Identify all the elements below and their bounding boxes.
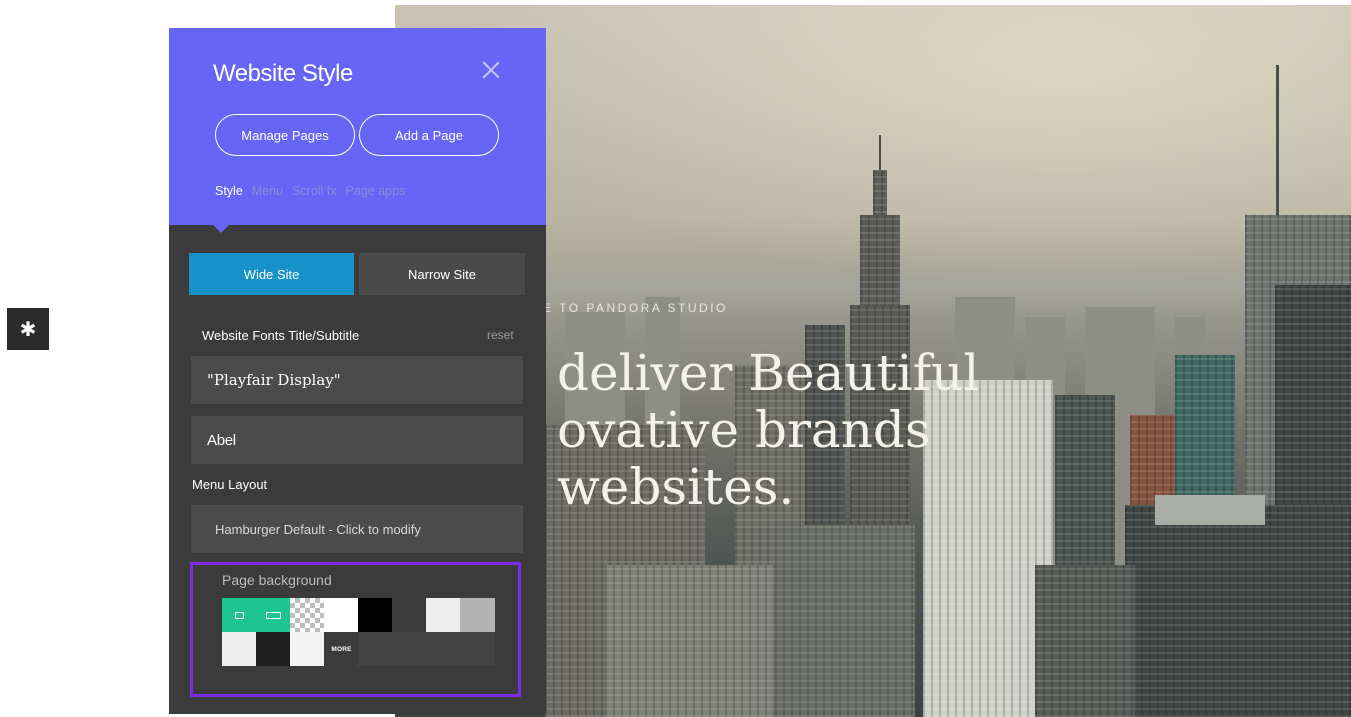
add-page-button[interactable]: Add a Page	[359, 114, 499, 156]
close-icon[interactable]	[479, 58, 503, 82]
hero-headline: deliver Beautiful ovative brands website…	[557, 345, 979, 516]
tab-page-apps[interactable]: Page apps	[346, 184, 406, 198]
color-swatch-off-white[interactable]	[222, 632, 257, 666]
building	[605, 565, 775, 717]
color-swatch-white[interactable]	[324, 598, 359, 632]
narrow-site-button[interactable]: Narrow Site	[359, 253, 525, 295]
reset-link[interactable]: reset	[487, 328, 514, 342]
hero-headline-line: websites.	[557, 458, 795, 516]
page-background-label: Page background	[222, 572, 332, 588]
more-label: MORE	[331, 645, 352, 653]
transparent-swatch[interactable]	[290, 598, 325, 632]
building	[1035, 565, 1135, 717]
foreground-tower	[1125, 505, 1351, 717]
color-swatch-light-gray[interactable]	[426, 598, 461, 632]
hero-headline-line: ovative brands	[557, 401, 931, 459]
image-background-swatch[interactable]	[222, 598, 257, 632]
menu-layout-label: Menu Layout	[192, 477, 268, 492]
rooftop	[1155, 495, 1265, 525]
page-background-section: Page background MORE	[190, 562, 521, 697]
wide-site-button[interactable]: Wide Site	[189, 253, 354, 295]
panel-header: Website Style Manage Pages Add a Page St…	[169, 28, 546, 233]
title-font-select[interactable]: "Playfair Display"	[191, 356, 523, 404]
wide-image-icon	[266, 611, 281, 619]
fonts-label: Website Fonts Title/Subtitle	[202, 328, 360, 343]
tab-scroll-fx[interactable]: Scroll fx	[292, 184, 336, 198]
wide-image-background-swatch[interactable]	[256, 598, 291, 632]
more-swatches-button[interactable]: MORE	[324, 632, 359, 666]
subtitle-font-select[interactable]: Abel	[191, 416, 523, 464]
color-swatch-charcoal[interactable]	[256, 632, 291, 666]
website-style-panel: Website Style Manage Pages Add a Page St…	[169, 28, 546, 714]
tab-menu[interactable]: Menu	[252, 184, 283, 198]
tab-style[interactable]: Style	[215, 184, 243, 198]
color-swatch-dark-gray[interactable]	[392, 598, 427, 632]
hero-subtitle: E TO PANDORA STUDIO	[543, 301, 728, 315]
menu-layout-select[interactable]: Hamburger Default - Click to modify	[191, 505, 523, 553]
manage-pages-button[interactable]: Manage Pages	[215, 114, 355, 156]
building	[775, 525, 915, 717]
panel-title: Website Style	[213, 60, 353, 87]
panel-tabs: Style Menu Scroll fx Page apps	[215, 184, 405, 198]
antenna	[879, 135, 881, 175]
image-icon	[235, 611, 244, 619]
hero-headline-line: deliver Beautiful	[557, 344, 980, 402]
color-swatch-wide-gray[interactable]	[358, 632, 495, 666]
color-swatch-gray[interactable]	[460, 598, 495, 632]
gear-icon: ✱	[19, 318, 37, 341]
color-swatch-black[interactable]	[358, 598, 393, 632]
color-swatch-white-2[interactable]	[290, 632, 325, 666]
settings-button[interactable]: ✱	[7, 308, 49, 350]
antenna	[1276, 65, 1279, 225]
